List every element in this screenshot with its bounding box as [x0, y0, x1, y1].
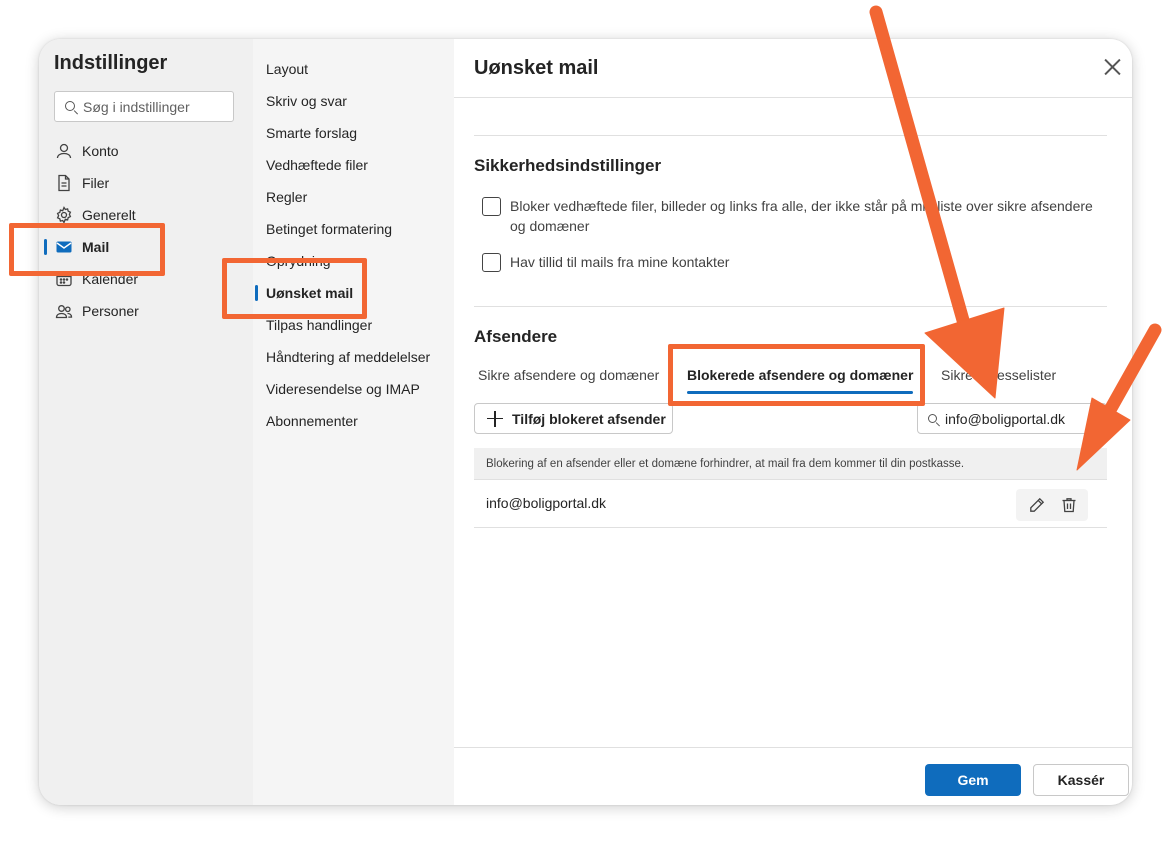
mail-nav-item-customize-actions[interactable]: Tilpas handlinger [253, 309, 454, 341]
mail-icon [54, 237, 74, 257]
add-blocked-sender-label: Tilføj blokeret afsender [512, 410, 666, 427]
search-icon [65, 101, 75, 111]
mail-nav-item-forwarding-imap[interactable]: Videresendelse og IMAP [253, 373, 454, 405]
mail-nav-label: Oprydning [266, 253, 331, 269]
tab-safe-mailing-lists[interactable]: Sikre adresselister [941, 367, 1056, 397]
mail-nav-label: Regler [266, 189, 308, 205]
trust-contacts-checkbox[interactable] [482, 253, 501, 272]
nav-item-generelt[interactable]: Generelt [39, 199, 253, 231]
add-blocked-sender-button[interactable]: Tilføj blokeret afsender [474, 403, 673, 434]
senders-tabs: Sikre afsendere og domæner Blokerede afs… [474, 361, 1114, 394]
mail-nav-item-conditional-formatting[interactable]: Betinget formatering [253, 213, 454, 245]
discard-button[interactable]: Kassér [1033, 764, 1129, 796]
blocked-info-text: Blokering af en afsender eller et domæne… [474, 448, 1107, 480]
tab-safe-senders[interactable]: Sikre afsendere og domæner [478, 367, 659, 397]
mail-nav-label: Uønsket mail [266, 285, 354, 301]
pane-title: Uønsket mail [474, 57, 599, 79]
edit-icon[interactable] [1027, 495, 1047, 515]
mail-nav-item-sweep[interactable]: Oprydning [253, 245, 454, 277]
mail-nav-item-subscriptions[interactable]: Abonnementer [253, 405, 454, 437]
gear-icon [54, 205, 74, 225]
mail-nav-item-junk-email[interactable]: Uønsket mail [253, 277, 454, 309]
plus-icon [487, 410, 503, 427]
footer-divider [454, 747, 1132, 748]
nav-item-label: Kalender [82, 271, 139, 287]
mail-nav-label: Abonnementer [266, 413, 358, 429]
nav-item-label: Personer [82, 303, 139, 319]
blocked-search-box[interactable] [917, 403, 1107, 434]
mail-nav-label: Videresendelse og IMAP [266, 381, 420, 397]
block-content-checkbox[interactable] [482, 197, 501, 216]
settings-title: Indstillinger [54, 52, 168, 74]
block-content-option: Bloker vedhæftede filer, billeder og lin… [482, 196, 1102, 236]
mail-nav-label: Tilpas handlinger [266, 317, 373, 333]
blocked-address: info@boligportal.dk [486, 495, 607, 511]
mail-nav-item-compose[interactable]: Skriv og svar [253, 85, 454, 117]
save-button[interactable]: Gem [925, 764, 1021, 796]
mail-nav-label: Layout [266, 61, 309, 77]
divider [474, 135, 1107, 136]
settings-nav: Konto Filer Generelt Mail Kalender Perso… [39, 135, 253, 327]
senders-section-title: Afsendere [474, 327, 558, 346]
settings-sidebar: Indstillinger Konto Filer [39, 39, 253, 805]
nav-item-personer[interactable]: Personer [39, 295, 253, 327]
mail-nav-item-attachments[interactable]: Vedhæftede filer [253, 149, 454, 181]
nav-item-mail[interactable]: Mail [39, 231, 253, 263]
close-icon[interactable] [1100, 55, 1124, 79]
tab-blocked-senders[interactable]: Blokerede afsendere og domæner [687, 367, 914, 397]
settings-search-input[interactable] [83, 97, 228, 117]
file-icon [54, 173, 74, 193]
divider [454, 97, 1132, 98]
mail-nav-label: Skriv og svar [266, 93, 347, 109]
block-content-label: Bloker vedhæftede filer, billeder og lin… [510, 198, 1093, 234]
people-icon [54, 301, 74, 321]
mail-nav-label: Betinget formatering [266, 221, 393, 237]
nav-item-label: Generelt [82, 207, 136, 223]
trust-contacts-option: Hav tillid til mails fra mine kontakter [482, 252, 1102, 272]
junk-email-pane: Uønsket mail Sikkerhedsindstillinger Blo… [454, 39, 1132, 805]
delete-icon[interactable] [1059, 495, 1079, 515]
person-icon [54, 141, 74, 161]
nav-item-label: Konto [82, 143, 119, 159]
trust-contacts-label: Hav tillid til mails fra mine kontakter [510, 254, 730, 270]
nav-item-label: Filer [82, 175, 110, 191]
nav-item-filer[interactable]: Filer [39, 167, 253, 199]
mail-settings-nav: Layout Skriv og svar Smarte forslag Vedh… [253, 39, 454, 805]
divider [474, 306, 1107, 307]
settings-dialog: Indstillinger Konto Filer [39, 39, 1132, 805]
search-icon [928, 414, 937, 423]
nav-item-kalender[interactable]: Kalender [39, 263, 253, 295]
mail-nav-item-message-handling[interactable]: Håndtering af meddelelser [253, 341, 454, 373]
list-item: info@boligportal.dk [474, 480, 1107, 528]
security-section-title: Sikkerhedsindstillinger [474, 156, 662, 175]
row-actions [1016, 489, 1088, 521]
mail-nav-label: Håndtering af meddelelser [266, 349, 431, 365]
calendar-icon [54, 269, 74, 289]
mail-nav-item-layout[interactable]: Layout [253, 53, 454, 85]
nav-item-konto[interactable]: Konto [39, 135, 253, 167]
mail-nav-item-smart-suggestions[interactable]: Smarte forslag [253, 117, 454, 149]
nav-item-label: Mail [82, 239, 110, 255]
mail-nav-item-rules[interactable]: Regler [253, 181, 454, 213]
blocked-search-input[interactable] [945, 409, 1100, 429]
settings-search-box[interactable] [54, 91, 234, 122]
mail-nav-label: Smarte forslag [266, 125, 358, 141]
mail-nav-label: Vedhæftede filer [266, 157, 368, 173]
